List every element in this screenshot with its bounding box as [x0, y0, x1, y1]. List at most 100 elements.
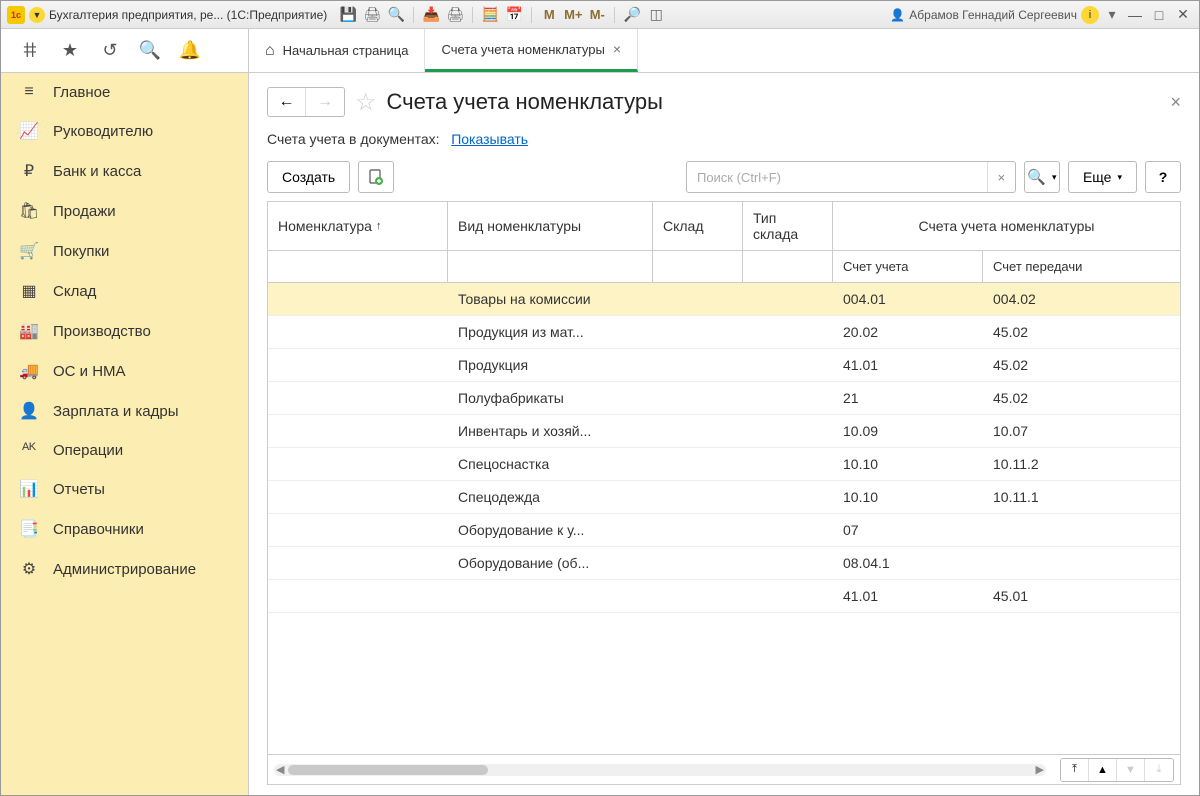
tabs: ⌂ Начальная страница Счета учета номенкл…	[249, 29, 1199, 72]
table-row[interactable]: Продукция из мат...20.0245.02	[268, 316, 1180, 349]
first-record-button[interactable]: ⤒	[1061, 759, 1089, 781]
create-button[interactable]: Создать	[267, 161, 350, 193]
table-row[interactable]: Спецоснастка10.1010.11.2	[268, 448, 1180, 481]
col-account[interactable]: Счет учета	[833, 251, 983, 282]
more-button[interactable]: Еще▾	[1068, 161, 1137, 193]
sidebar-item-7[interactable]: 🚚ОС и НМА	[1, 351, 248, 391]
next-record-button[interactable]: ▼	[1117, 759, 1145, 781]
subline: Счета учета в документах: Показывать	[267, 131, 1181, 147]
nav-record-buttons: ⤒ ▲ ▼ ⤓	[1060, 758, 1174, 782]
toolbar-shortcuts: 𐄹 ★ ↺ 🔍 🔔	[1, 29, 249, 72]
forward-button[interactable]: →	[306, 88, 344, 116]
sidebar-item-2[interactable]: ₽Банк и касса	[1, 151, 248, 191]
table-row[interactable]: Оборудование (об...08.04.1	[268, 547, 1180, 580]
tab-close-icon[interactable]: ×	[613, 41, 621, 57]
m-button[interactable]: M	[540, 6, 558, 24]
sidebar-item-10[interactable]: 📊Отчеты	[1, 469, 248, 509]
col-kind[interactable]: Вид номенклатуры	[448, 202, 653, 250]
minimize-button[interactable]: —	[1125, 6, 1145, 24]
save-icon[interactable]: 💾	[339, 6, 357, 24]
user-display[interactable]: 👤 Абрамов Геннадий Сергеевич	[890, 8, 1077, 22]
last-record-button[interactable]: ⤓	[1145, 759, 1173, 781]
sidebar-label: Производство	[53, 323, 151, 340]
titlebar: 1c ▼ Бухгалтерия предприятия, ре... (1С:…	[1, 1, 1199, 29]
table-row[interactable]: 41.0145.01	[268, 580, 1180, 613]
sidebar-item-5[interactable]: ▦Склад	[1, 271, 248, 311]
sidebar-icon: 🏭	[19, 321, 39, 341]
col-warehouse[interactable]: Склад	[653, 202, 743, 250]
m-minus-button[interactable]: M-	[588, 6, 606, 24]
tab-accounts[interactable]: Счета учета номенклатуры ×	[425, 29, 638, 72]
sidebar-item-3[interactable]: 🛍Продажи	[1, 191, 248, 231]
table-row[interactable]: Инвентарь и хозяй...10.0910.07	[268, 415, 1180, 448]
sidebar-item-8[interactable]: 👤Зарплата и кадры	[1, 391, 248, 431]
col-accounts-group[interactable]: Счета учета номенклатуры	[833, 202, 1180, 250]
back-button[interactable]: ←	[268, 88, 306, 116]
col-transfer-account[interactable]: Счет передачи	[983, 251, 1180, 282]
info-icon[interactable]: i	[1081, 6, 1099, 24]
maximize-button[interactable]: □	[1149, 6, 1169, 24]
body: ≡Главное📈Руководителю₽Банк и касса🛍Прода…	[1, 73, 1199, 795]
tab-home[interactable]: ⌂ Начальная страница	[249, 29, 425, 72]
print-icon[interactable]: 🖨	[363, 6, 381, 24]
sidebar-label: Покупки	[53, 243, 109, 260]
apps-icon[interactable]: 𐄹	[19, 40, 41, 62]
sidebar-icon: 📈	[19, 121, 39, 141]
sidebar-label: Главное	[53, 84, 110, 101]
preview-icon[interactable]: 🔍	[387, 6, 405, 24]
sidebar-item-1[interactable]: 📈Руководителю	[1, 111, 248, 151]
table-body: Товары на комиссии004.01004.02Продукция …	[268, 283, 1180, 754]
calc-icon[interactable]: 🧮	[481, 6, 499, 24]
sidebar-label: Справочники	[53, 521, 144, 538]
create-copy-button[interactable]	[358, 161, 394, 193]
panels-icon[interactable]: ◫	[647, 6, 665, 24]
search-icon[interactable]: 🔍	[139, 40, 161, 62]
table-row[interactable]: Продукция41.0145.02	[268, 349, 1180, 382]
search-dropdown-button[interactable]: 🔍▾	[1024, 161, 1060, 193]
subline-link[interactable]: Показывать	[451, 131, 528, 147]
main-toolbar: 𐄹 ★ ↺ 🔍 🔔 ⌂ Начальная страница Счета уче…	[1, 29, 1199, 73]
table-row[interactable]: Товары на комиссии004.01004.02	[268, 283, 1180, 316]
bell-icon[interactable]: 🔔	[179, 40, 201, 62]
page-close-icon[interactable]: ×	[1170, 92, 1181, 113]
table-row[interactable]: Спецодежда10.1010.11.1	[268, 481, 1180, 514]
app-menu-dropdown[interactable]: ▼	[29, 7, 45, 23]
calendar-icon[interactable]: 📅	[505, 6, 523, 24]
sidebar-icon: ₽	[19, 161, 39, 181]
table-row[interactable]: Оборудование к у...07	[268, 514, 1180, 547]
search-input[interactable]	[687, 170, 987, 185]
search-clear-icon[interactable]: ×	[987, 162, 1015, 192]
history-icon[interactable]: ↺	[99, 40, 121, 62]
nav-buttons: ← →	[267, 87, 345, 117]
favorite-star-icon[interactable]: ☆	[355, 88, 377, 117]
compare-icon[interactable]: 📥	[422, 6, 440, 24]
close-window-button[interactable]: ✕	[1173, 6, 1193, 24]
sidebar-icon: 📊	[19, 479, 39, 499]
sidebar-item-11[interactable]: 📑Справочники	[1, 509, 248, 549]
sidebar-item-12[interactable]: ⚙Администрирование	[1, 549, 248, 589]
sidebar-icon: 🛒	[19, 241, 39, 261]
dropdown-small-icon[interactable]: ▾	[1103, 6, 1121, 24]
col-warehouse-type[interactable]: Тип склада	[743, 202, 833, 250]
scroll-right-icon[interactable]: ▶	[1036, 763, 1044, 776]
horizontal-scrollbar[interactable]: ◀ ▶	[274, 764, 1046, 776]
prev-record-button[interactable]: ▲	[1089, 759, 1117, 781]
sidebar-icon: 🛍	[19, 201, 39, 221]
sidebar-item-9[interactable]: ᴬᴷОперации	[1, 431, 248, 469]
help-button[interactable]: ?	[1145, 161, 1181, 193]
scroll-thumb[interactable]	[288, 765, 488, 775]
scroll-left-icon[interactable]: ◀	[276, 763, 284, 776]
print2-icon[interactable]: 🖨	[446, 6, 464, 24]
zoom-icon[interactable]: 🔎	[623, 6, 641, 24]
app-logo: 1c	[7, 6, 25, 24]
favorite-icon[interactable]: ★	[59, 40, 81, 62]
search-box: ×	[686, 161, 1016, 193]
table-row[interactable]: Полуфабрикаты2145.02	[268, 382, 1180, 415]
magnify-icon: 🔍	[1027, 168, 1046, 186]
sidebar-item-4[interactable]: 🛒 Покупки	[1, 231, 248, 271]
m-plus-button[interactable]: M+	[564, 6, 582, 24]
col-nomenclature[interactable]: Номенклатура↑	[268, 202, 448, 250]
sidebar-item-6[interactable]: 🏭 Производство	[1, 311, 248, 351]
sidebar-label: Администрирование	[53, 561, 196, 578]
sidebar-item-0[interactable]: ≡Главное	[1, 73, 248, 111]
